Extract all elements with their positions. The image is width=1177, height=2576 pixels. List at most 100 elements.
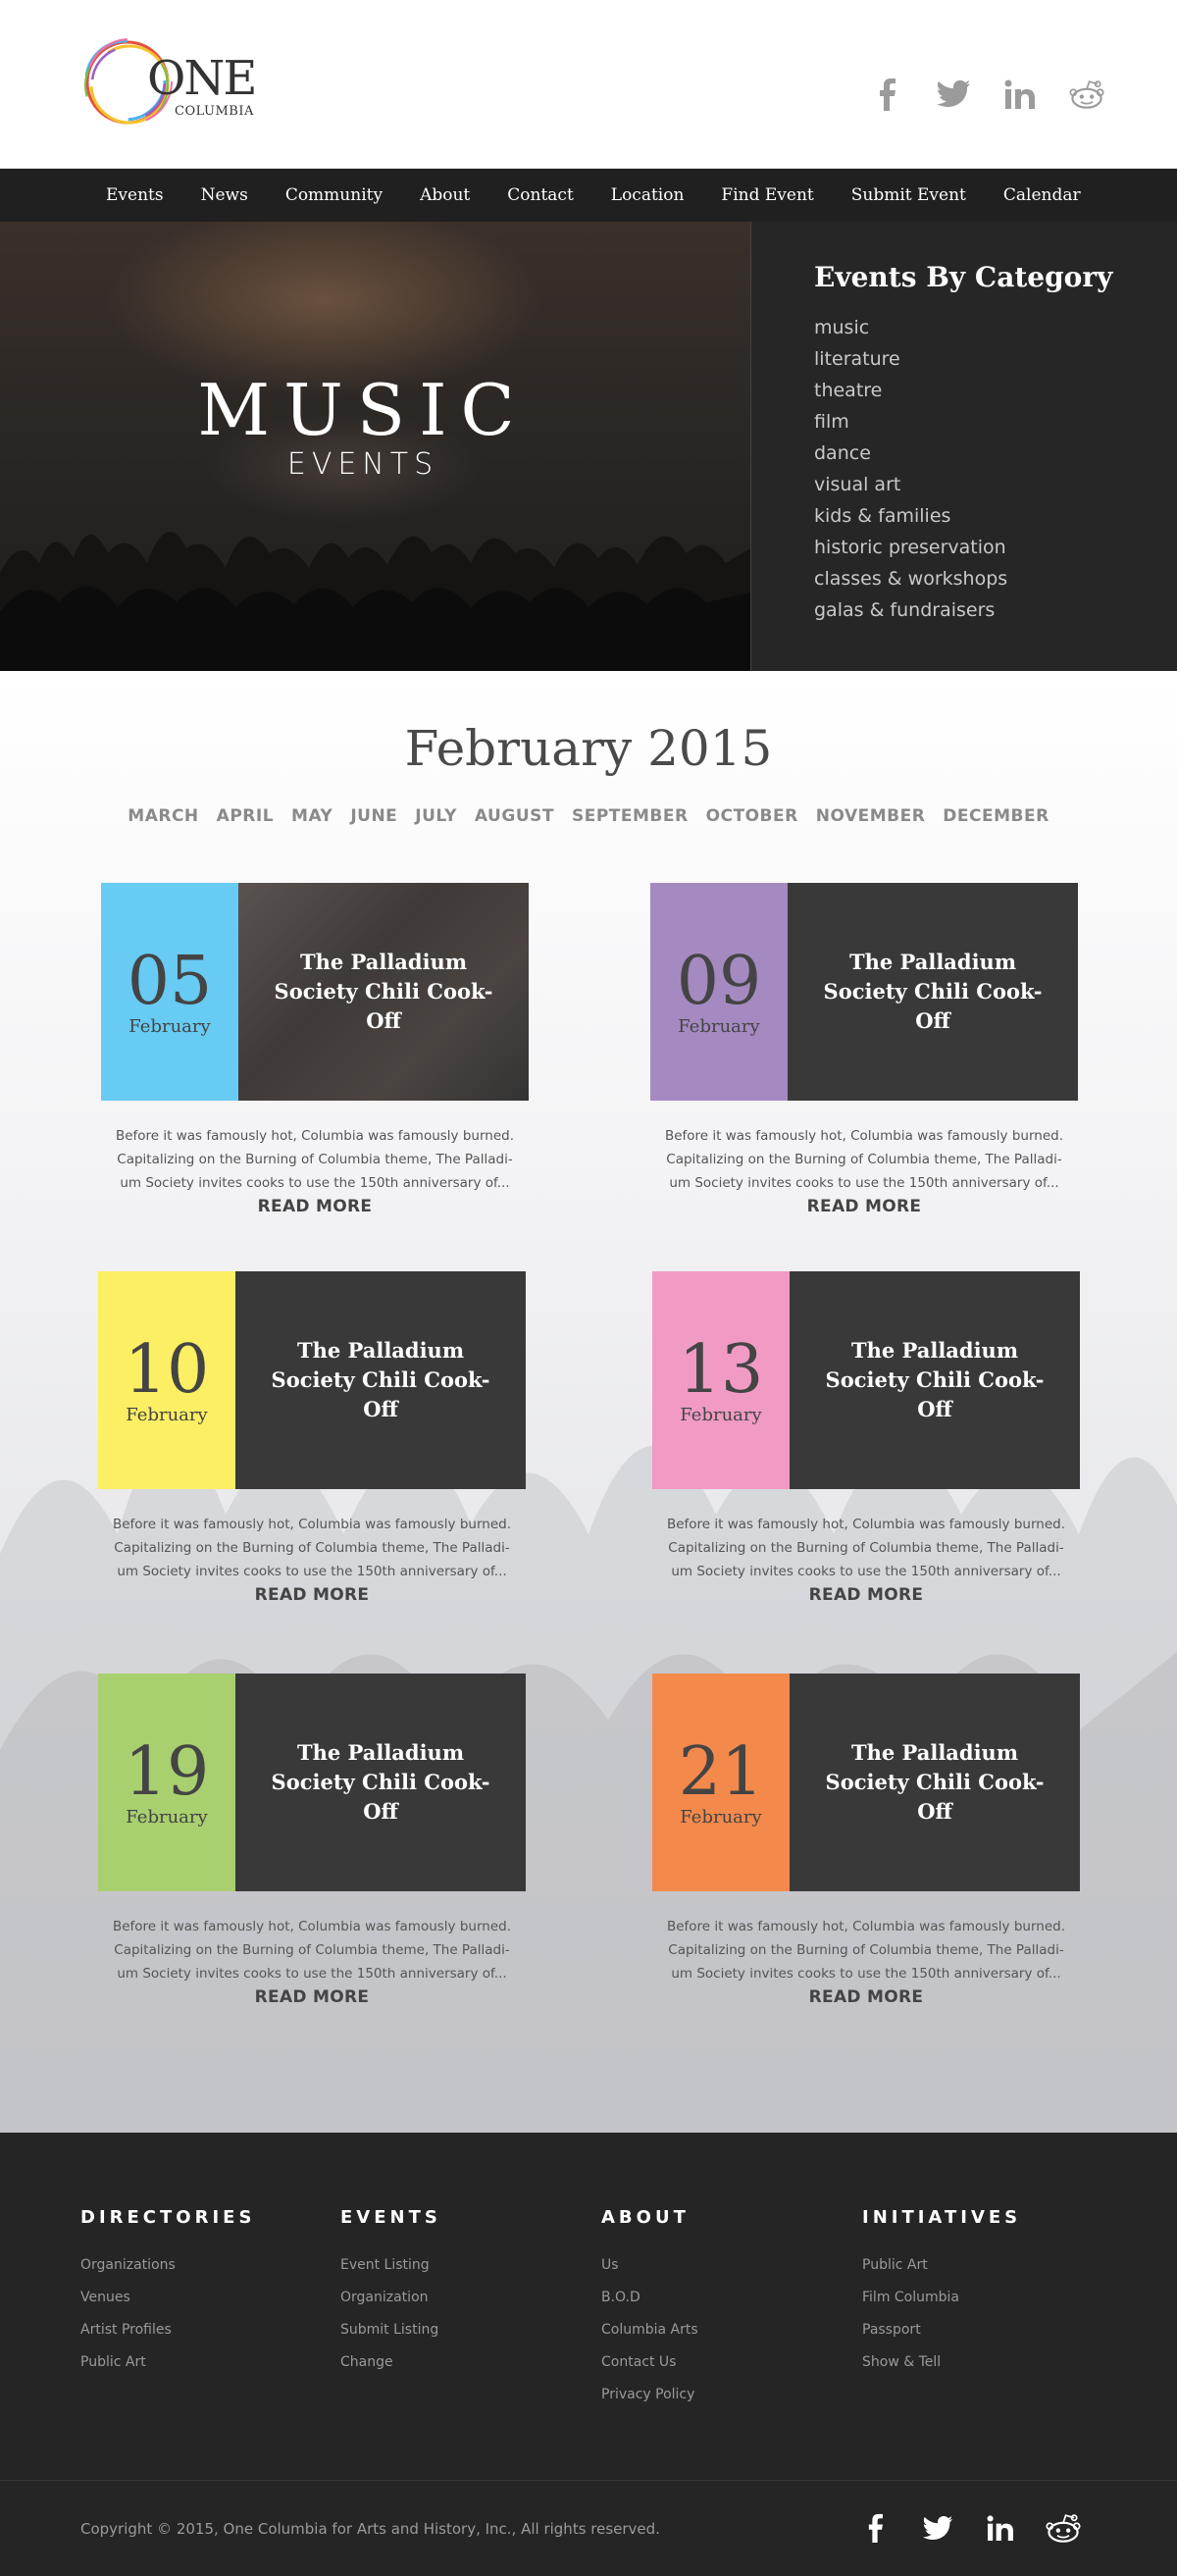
linkedin-icon[interactable] xyxy=(1002,77,1038,112)
category-classes-workshops[interactable]: classes & workshops xyxy=(814,563,1007,594)
footer-column-title: ABOUT xyxy=(601,2207,690,2228)
footer-link[interactable]: Event Listing xyxy=(340,2249,441,2282)
footer-link[interactable]: B.O.D xyxy=(601,2282,698,2314)
event-card-header[interactable]: 05 February The Palladium Society Chili … xyxy=(101,883,529,1101)
nav-community[interactable]: Community xyxy=(285,185,383,205)
category-theatre[interactable]: theatre xyxy=(814,375,1007,406)
footer-link[interactable]: Film Columbia xyxy=(862,2282,1021,2314)
footer-link[interactable]: Public Art xyxy=(80,2346,255,2379)
event-title-box: The Palladium Society Chili Cook-Off xyxy=(238,883,529,1101)
event-title-box: The Palladium Society Chili Cook-Off xyxy=(235,1271,526,1489)
read-more-link[interactable]: READ MORE xyxy=(650,1197,1078,1216)
footer-link[interactable]: Columbia Arts xyxy=(601,2314,698,2346)
footer-column-events: EVENTS Event Listing Organization Submit… xyxy=(340,2207,441,2379)
read-more-link[interactable]: READ MORE xyxy=(652,1987,1080,2007)
event-month: February xyxy=(680,1404,762,1425)
event-card: 10 February The Palladium Society Chili … xyxy=(98,1271,526,1605)
nav-news[interactable]: News xyxy=(201,185,248,205)
hero-title: MUSIC xyxy=(197,369,529,451)
event-title-box: The Palladium Society Chili Cook-Off xyxy=(788,883,1078,1101)
footer-social-links xyxy=(855,2508,1083,2548)
event-date-box: 19 February xyxy=(98,1674,235,1891)
footer-link[interactable]: Change xyxy=(340,2346,441,2379)
event-title: The Palladium Society Chili Cook-Off xyxy=(274,950,493,1033)
footer-link[interactable]: Submit Listing xyxy=(340,2314,441,2346)
reddit-icon[interactable] xyxy=(1044,2508,1083,2548)
nav-location[interactable]: Location xyxy=(611,185,685,205)
month-link-march[interactable]: MARCH xyxy=(128,806,198,826)
month-link-october[interactable]: OCTOBER xyxy=(706,806,798,826)
month-link-may[interactable]: MAY xyxy=(291,806,333,826)
event-card-header[interactable]: 13 February The Palladium Society Chili … xyxy=(652,1271,1080,1489)
footer-link[interactable]: Passport xyxy=(862,2314,1021,2346)
month-link-august[interactable]: AUGUST xyxy=(475,806,554,826)
category-music[interactable]: music xyxy=(814,312,1007,343)
footer-link[interactable]: Show & Tell xyxy=(862,2346,1021,2379)
nav-submit-event[interactable]: Submit Event xyxy=(851,185,966,205)
event-card-header[interactable]: 19 February The Palladium Society Chili … xyxy=(98,1674,526,1891)
nav-contact[interactable]: Contact xyxy=(507,185,574,205)
event-day: 19 xyxy=(124,1732,210,1811)
month-link-december[interactable]: DECEMBER xyxy=(943,806,1049,826)
header-social-links xyxy=(869,77,1104,112)
footer-link[interactable]: Privacy Policy xyxy=(601,2379,698,2411)
nav-about[interactable]: About xyxy=(420,185,470,205)
facebook-icon[interactable] xyxy=(869,77,904,112)
category-historic-preservation[interactable]: historic preservation xyxy=(814,532,1007,563)
footer-link[interactable]: Contact Us xyxy=(601,2346,698,2379)
event-card-header[interactable]: 10 February The Palladium Society Chili … xyxy=(98,1271,526,1489)
footer-link[interactable]: Public Art xyxy=(862,2249,1021,2282)
event-title-box: The Palladium Society Chili Cook-Off xyxy=(235,1674,526,1891)
category-film[interactable]: film xyxy=(814,406,1007,438)
footer-column-title: EVENTS xyxy=(340,2207,441,2228)
event-description: Before it was famously hot, Columbia was… xyxy=(115,1128,515,1191)
event-card: 19 February The Palladium Society Chili … xyxy=(98,1674,526,2007)
facebook-icon[interactable] xyxy=(855,2508,895,2548)
nav-find-event[interactable]: Find Event xyxy=(721,185,813,205)
read-more-link[interactable]: READ MORE xyxy=(101,1197,529,1216)
event-card: 05 February The Palladium Society Chili … xyxy=(101,883,529,1216)
read-more-link[interactable]: READ MORE xyxy=(98,1585,526,1605)
footer-link[interactable]: Venues xyxy=(80,2282,255,2314)
event-month: February xyxy=(680,1806,762,1828)
logo-subtext: COLUMBIA xyxy=(175,104,254,119)
logo-word: ONE xyxy=(147,51,257,106)
event-date-box: 13 February xyxy=(652,1271,790,1489)
footer-link[interactable]: Organization xyxy=(340,2282,441,2314)
category-galas-fundraisers[interactable]: galas & fundraisers xyxy=(814,594,1007,626)
event-month: February xyxy=(128,1015,211,1037)
month-link-july[interactable]: JULY xyxy=(415,806,457,826)
event-day: 21 xyxy=(678,1732,764,1811)
footer-link[interactable]: Artist Profiles xyxy=(80,2314,255,2346)
footer-column-initiatives: INITIATIVES Public Art Film Columbia Pas… xyxy=(862,2207,1021,2379)
site-logo[interactable]: ONE COLUMBIA xyxy=(80,33,277,135)
event-card: 13 February The Palladium Society Chili … xyxy=(652,1271,1080,1605)
category-visual-art[interactable]: visual art xyxy=(814,469,1007,500)
category-panel-title: Events By Category xyxy=(814,261,1113,293)
event-description: Before it was famously hot, Columbia was… xyxy=(112,1517,512,1579)
event-title: The Palladium Society Chili Cook-Off xyxy=(271,1338,490,1421)
footer-link[interactable]: Organizations xyxy=(80,2249,255,2282)
event-card-header[interactable]: 21 February The Palladium Society Chili … xyxy=(652,1674,1080,1891)
site-header: ONE COLUMBIA xyxy=(0,0,1177,169)
category-kids-families[interactable]: kids & families xyxy=(814,500,1007,532)
read-more-link[interactable]: READ MORE xyxy=(652,1585,1080,1605)
month-link-june[interactable]: JUNE xyxy=(350,806,397,826)
event-month: February xyxy=(126,1806,208,1828)
read-more-link[interactable]: READ MORE xyxy=(98,1987,526,2007)
month-link-september[interactable]: SEPTEMBER xyxy=(572,806,689,826)
twitter-icon[interactable] xyxy=(936,77,971,112)
reddit-icon[interactable] xyxy=(1069,77,1104,112)
category-dance[interactable]: dance xyxy=(814,438,1007,469)
event-card-header[interactable]: 09 February The Palladium Society Chili … xyxy=(650,883,1078,1101)
linkedin-icon[interactable] xyxy=(981,2508,1020,2548)
nav-calendar[interactable]: Calendar xyxy=(1003,185,1081,205)
nav-events[interactable]: Events xyxy=(106,185,164,205)
hero-banner: MUSIC EVENTS Events By Category music li… xyxy=(0,222,1177,671)
twitter-icon[interactable] xyxy=(918,2508,957,2548)
category-literature[interactable]: literature xyxy=(814,343,1007,375)
month-link-april[interactable]: APRIL xyxy=(217,806,274,826)
footer-link[interactable]: Us xyxy=(601,2249,698,2282)
month-link-november[interactable]: NOVEMBER xyxy=(816,806,926,826)
event-card: 21 February The Palladium Society Chili … xyxy=(652,1674,1080,2007)
